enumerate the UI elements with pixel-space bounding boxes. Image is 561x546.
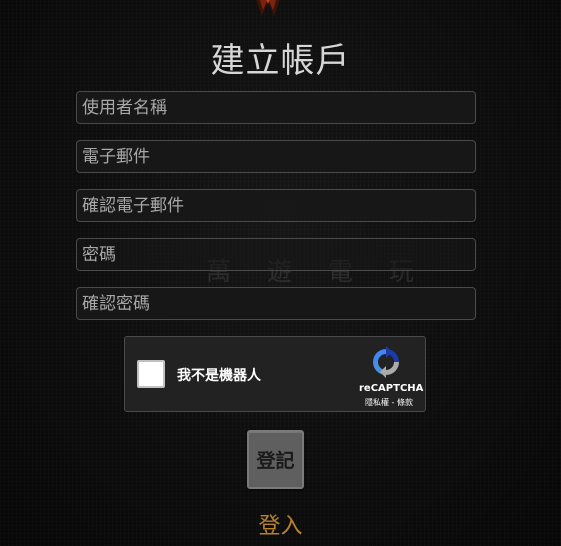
- site-logo-fragment: [256, 0, 280, 16]
- register-button[interactable]: 登記: [247, 430, 304, 489]
- login-link[interactable]: 登入: [258, 514, 302, 539]
- email-field[interactable]: [76, 140, 476, 173]
- recaptcha-logo-icon: [373, 346, 399, 378]
- password-field[interactable]: [76, 238, 476, 271]
- username-field[interactable]: [76, 91, 476, 124]
- recaptcha-widget: 我不是機器人 reCAPTCHA 隱私權 - 條款: [124, 336, 426, 412]
- confirm-password-field[interactable]: [76, 287, 476, 320]
- page-title: 建立帳戶: [210, 41, 351, 81]
- recaptcha-checkbox[interactable]: [137, 360, 165, 388]
- recaptcha-privacy-terms-links[interactable]: 隱私權 - 條款: [365, 397, 413, 408]
- recaptcha-brand: reCAPTCHA: [359, 383, 424, 394]
- recaptcha-label: 我不是機器人: [177, 368, 261, 384]
- login-link-container: 登入: [0, 508, 561, 540]
- confirm-email-field[interactable]: [76, 189, 476, 222]
